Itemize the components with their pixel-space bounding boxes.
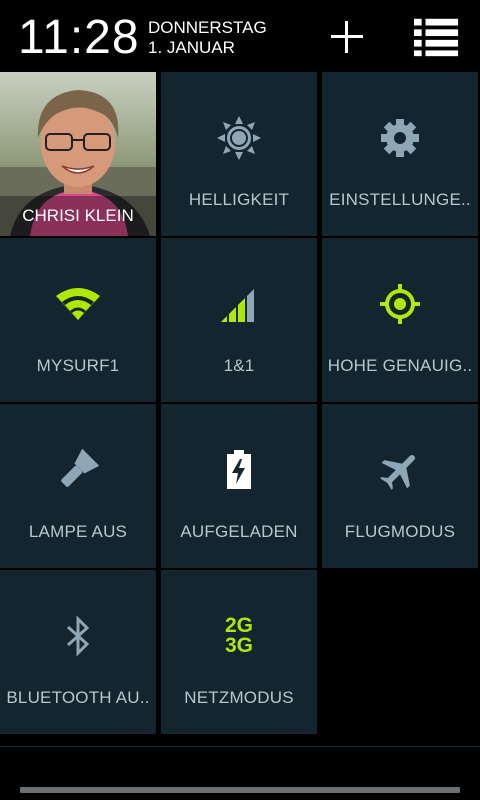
tile-label: EINSTELLUNGE.. xyxy=(329,190,471,209)
tile-label: AUFGELADEN xyxy=(180,522,298,541)
tile-network-mode[interactable]: 2G 3G NETZMODUS xyxy=(161,570,317,734)
tile-label: NETZMODUS xyxy=(184,688,294,707)
airplane-icon xyxy=(380,454,416,490)
clock: 11:28 xyxy=(18,11,140,64)
add-button[interactable] xyxy=(324,14,370,60)
tile-label: BLUETOOTH AU.. xyxy=(6,688,150,707)
tile-bluetooth[interactable]: BLUETOOTH AU.. xyxy=(0,570,156,734)
drag-handle[interactable] xyxy=(20,787,460,793)
tile-label: FLUGMODUS xyxy=(344,522,456,541)
tile-wifi[interactable]: MYSURF1 xyxy=(0,238,156,402)
tile-airplane-mode[interactable]: FLUGMODUS xyxy=(322,404,478,568)
date-label: 1. JANUAR xyxy=(148,38,235,57)
wifi-icon xyxy=(56,288,100,320)
weekday-label: DONNERSTAG xyxy=(148,18,267,37)
tile-mobile-signal[interactable]: 1&1 xyxy=(161,238,317,402)
tile-label: 1&1 xyxy=(223,356,255,375)
network-mode-2g: 2G xyxy=(224,614,253,637)
bluetooth-icon xyxy=(66,616,90,656)
network-mode-3g: 3G xyxy=(224,634,253,657)
plus-icon xyxy=(331,21,363,53)
list-icon xyxy=(414,18,459,57)
flashlight-icon xyxy=(61,448,100,487)
tile-settings[interactable]: EINSTELLUNGE.. xyxy=(322,72,478,236)
tile-battery[interactable]: AUFGELADEN xyxy=(161,404,317,568)
location-target-icon xyxy=(380,284,420,324)
tile-location[interactable]: HOHE GENAUIG.. xyxy=(322,238,478,402)
divider xyxy=(0,746,480,747)
notification-list-button[interactable] xyxy=(414,14,460,60)
settings-gear-icon xyxy=(381,119,419,157)
network-mode-icon: 2G 3G xyxy=(161,610,317,662)
signal-icon xyxy=(221,289,254,322)
tile-label: MYSURF1 xyxy=(36,356,120,375)
tile-flashlight[interactable]: LAMPE AUS xyxy=(0,404,156,568)
tile-label: LAMPE AUS xyxy=(28,522,128,541)
status-header: 11:28 DONNERSTAG 1. JANUAR xyxy=(0,0,480,72)
tile-label: HOHE GENAUIG.. xyxy=(327,356,473,375)
profile-name: CHRISI KLEIN xyxy=(0,196,156,236)
tile-label: HELLIGKEIT xyxy=(188,190,290,209)
battery-charging-icon xyxy=(227,450,251,489)
profile-tile[interactable]: CHRISI KLEIN xyxy=(0,72,156,236)
brightness-icon xyxy=(217,116,261,160)
date-display: DONNERSTAG 1. JANUAR xyxy=(148,18,267,58)
tile-brightness[interactable]: HELLIGKEIT xyxy=(161,72,317,236)
